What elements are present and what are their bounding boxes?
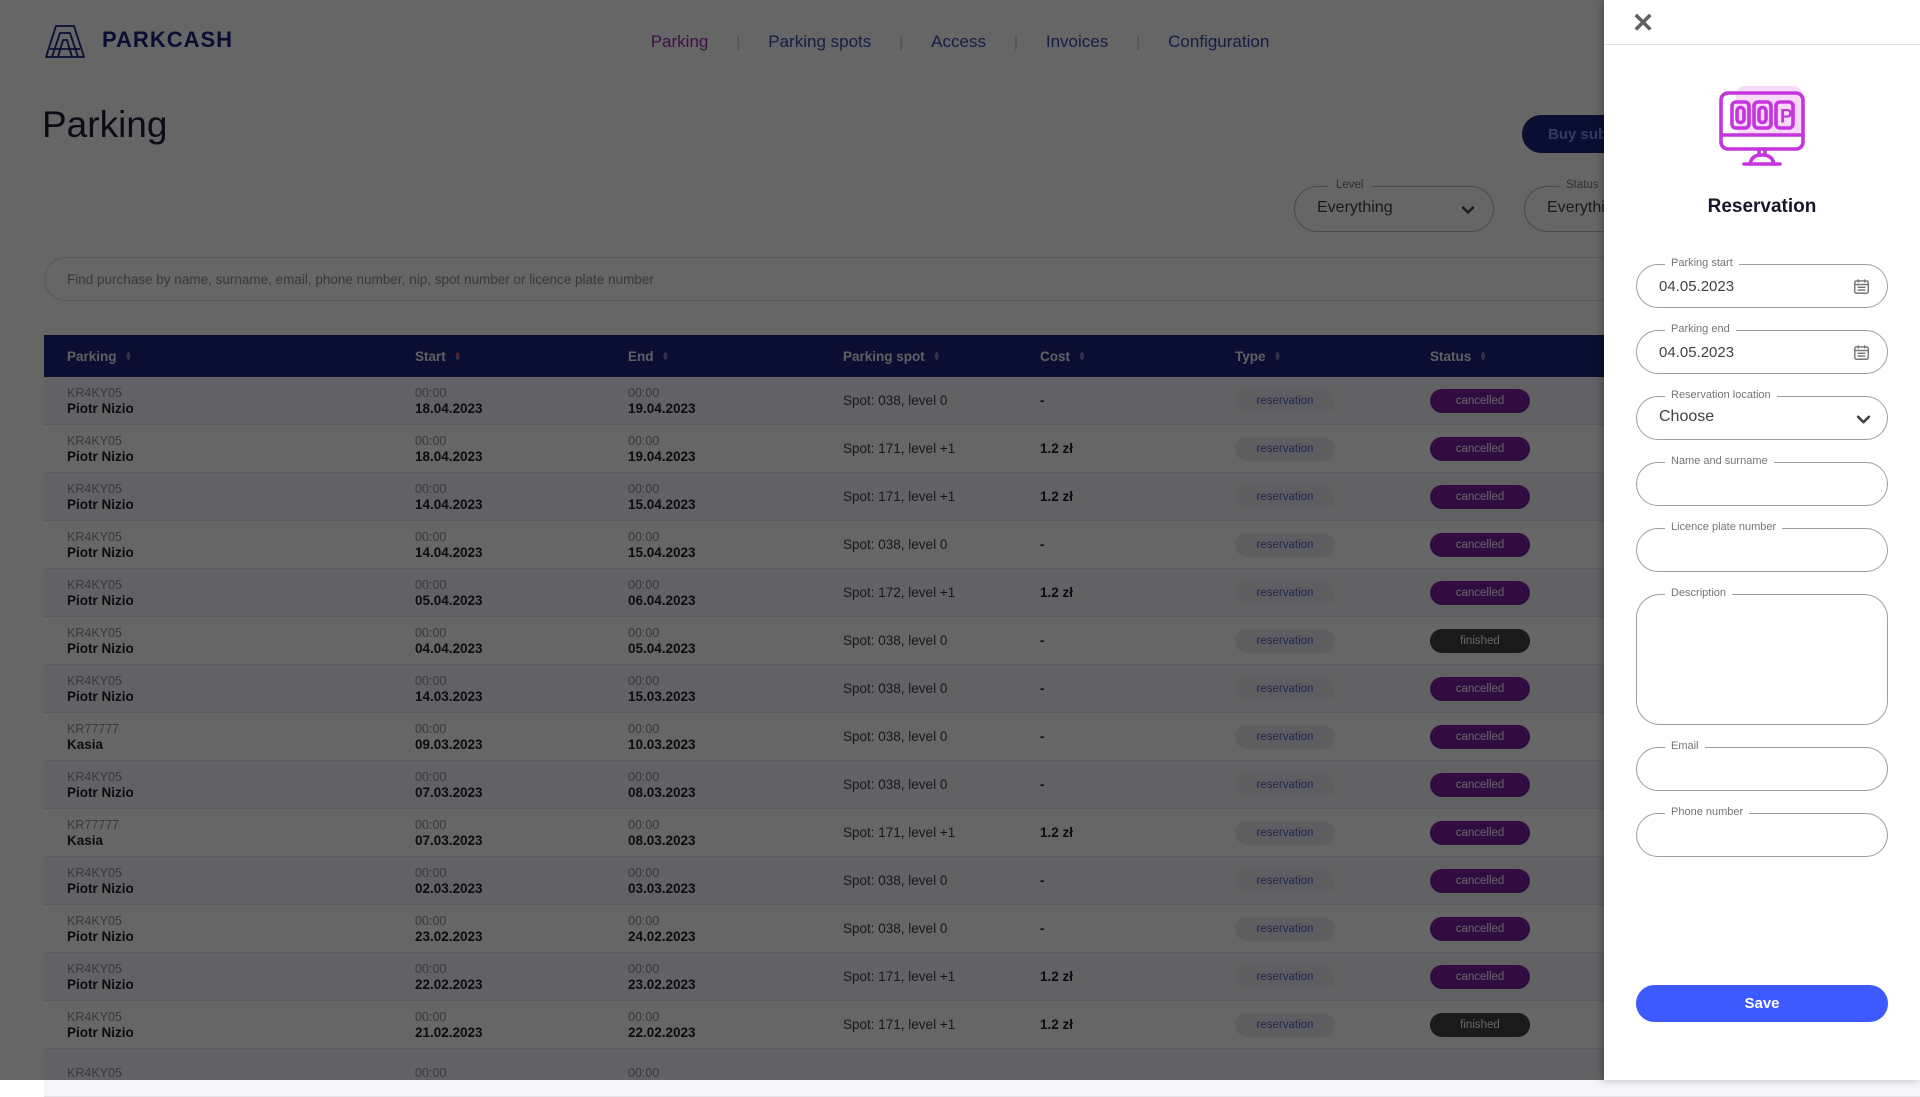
phone-number-input[interactable] <box>1637 814 1887 856</box>
email-input[interactable] <box>1637 748 1887 790</box>
phone-number-field[interactable]: Phone number <box>1636 813 1888 857</box>
drawer-title: Reservation <box>1604 196 1920 218</box>
chevron-down-icon <box>1856 412 1871 427</box>
parking-end-input[interactable] <box>1637 331 1887 373</box>
reservation-form: Parking start Parking end <box>1636 264 1888 1022</box>
calendar-icon[interactable] <box>1852 343 1871 362</box>
reservation-location-select[interactable]: Reservation location Choose <box>1636 396 1888 440</box>
parking-start-field[interactable]: Parking start <box>1636 264 1888 308</box>
drawer-divider <box>1604 44 1920 45</box>
close-icon[interactable]: ✕ <box>1626 6 1660 40</box>
description-field[interactable]: Description <box>1636 594 1888 725</box>
parking-meter-icon: P <box>1604 84 1920 172</box>
licence-plate-input[interactable] <box>1637 529 1887 571</box>
reservation-drawer: ✕ P Reservation Parking start <box>1604 0 1920 1080</box>
svg-text:P: P <box>1780 107 1793 128</box>
reservation-location-value: Choose <box>1659 408 1714 426</box>
save-button[interactable]: Save <box>1636 985 1888 1022</box>
parking-start-input[interactable] <box>1637 265 1887 307</box>
description-textarea[interactable] <box>1637 595 1887 724</box>
name-surname-field[interactable]: Name and surname <box>1636 462 1888 506</box>
email-field[interactable]: Email <box>1636 747 1888 791</box>
licence-plate-field[interactable]: Licence plate number <box>1636 528 1888 572</box>
calendar-icon[interactable] <box>1852 277 1871 296</box>
parking-end-field[interactable]: Parking end <box>1636 330 1888 374</box>
name-surname-input[interactable] <box>1637 463 1887 505</box>
